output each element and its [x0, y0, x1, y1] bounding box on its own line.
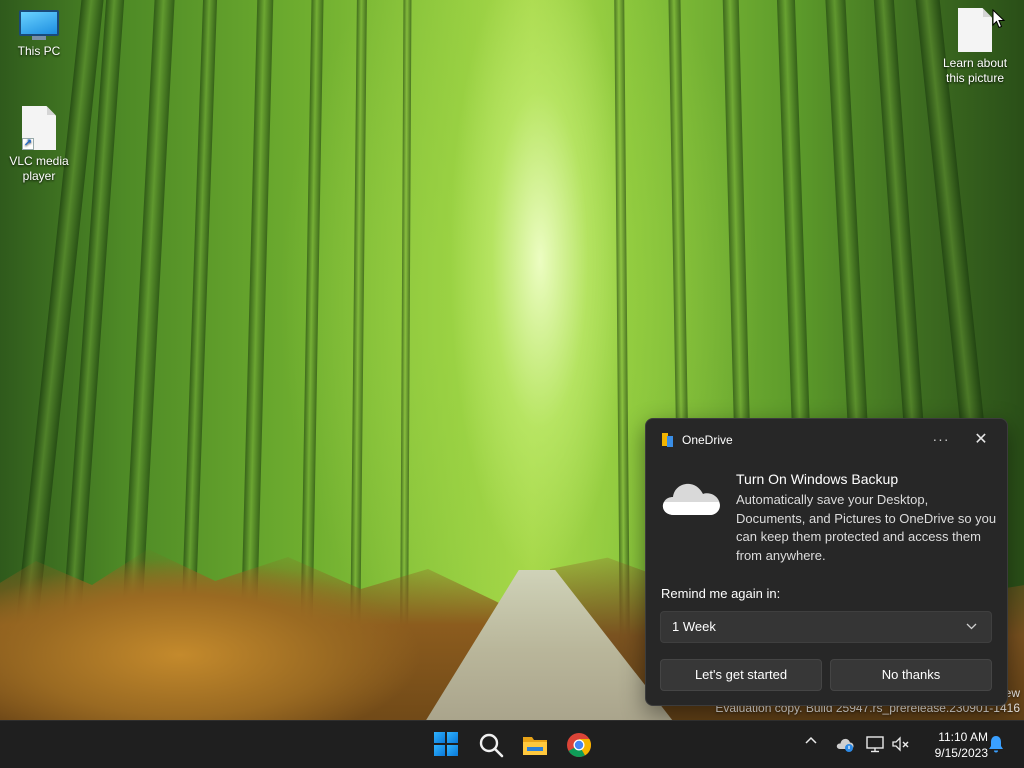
desktop-icon-label: Learn about this picture: [942, 56, 1008, 85]
onedrive-tray-icon[interactable]: [836, 735, 854, 753]
toast-header: OneDrive: [661, 433, 733, 447]
chevron-down-icon: [966, 612, 977, 654]
remind-selected-value: 1 Week: [672, 619, 716, 634]
desktop-icon-this-pc[interactable]: This PC: [1, 10, 77, 59]
remind-label: Remind me again in:: [661, 586, 781, 601]
shortcut-arrow-icon: ↗: [22, 138, 34, 150]
mouse-cursor-icon: [992, 9, 1006, 29]
file-explorer-icon[interactable]: [522, 732, 548, 758]
toast-app-name: OneDrive: [682, 433, 733, 447]
bamboo-stalk: [240, 0, 274, 661]
cloud-icon: [662, 483, 720, 515]
notification-bell-icon[interactable]: [988, 735, 1004, 753]
show-hidden-icons-button[interactable]: [804, 734, 818, 751]
toast-title: Turn On Windows Backup: [736, 471, 899, 487]
lets-get-started-button[interactable]: Let's get started: [660, 659, 822, 691]
this-pc-icon: [19, 10, 59, 40]
desktop-icon-vlc[interactable]: ↗ VLC media player: [1, 106, 77, 184]
volume-muted-icon[interactable]: [892, 735, 910, 753]
bamboo-stalk: [180, 0, 218, 661]
start-icon[interactable]: [434, 732, 460, 758]
onedrive-notification[interactable]: OneDrive ··· ✕ Turn On Windows Backup Au…: [645, 418, 1008, 706]
vlc-shortcut-icon: ↗: [22, 106, 56, 150]
remind-interval-dropdown[interactable]: 1 Week: [660, 611, 992, 643]
no-thanks-button[interactable]: No thanks: [830, 659, 992, 691]
bamboo-stalk: [300, 0, 324, 661]
desktop-icon-label: VLC media player: [9, 154, 69, 183]
taskbar-clock[interactable]: 11:10 AM 9/15/2023: [914, 729, 988, 761]
file-icon: [958, 8, 992, 52]
desktop-icon-label: This PC: [17, 44, 61, 58]
chrome-icon[interactable]: [566, 732, 592, 758]
clock-time: 11:10 AM: [938, 730, 988, 744]
network-icon[interactable]: [866, 735, 884, 753]
search-icon[interactable]: [478, 732, 504, 758]
bamboo-stalk: [350, 0, 368, 661]
clock-date: 9/15/2023: [934, 746, 988, 760]
toast-body: Automatically save your Desktop, Documen…: [736, 492, 997, 563]
close-button[interactable]: ✕: [970, 429, 992, 451]
bamboo-stalk: [400, 0, 412, 661]
onedrive-app-icon: [662, 433, 673, 447]
taskbar: 11:10 AM 9/15/2023: [0, 720, 1024, 768]
more-options-button[interactable]: ···: [928, 429, 954, 451]
